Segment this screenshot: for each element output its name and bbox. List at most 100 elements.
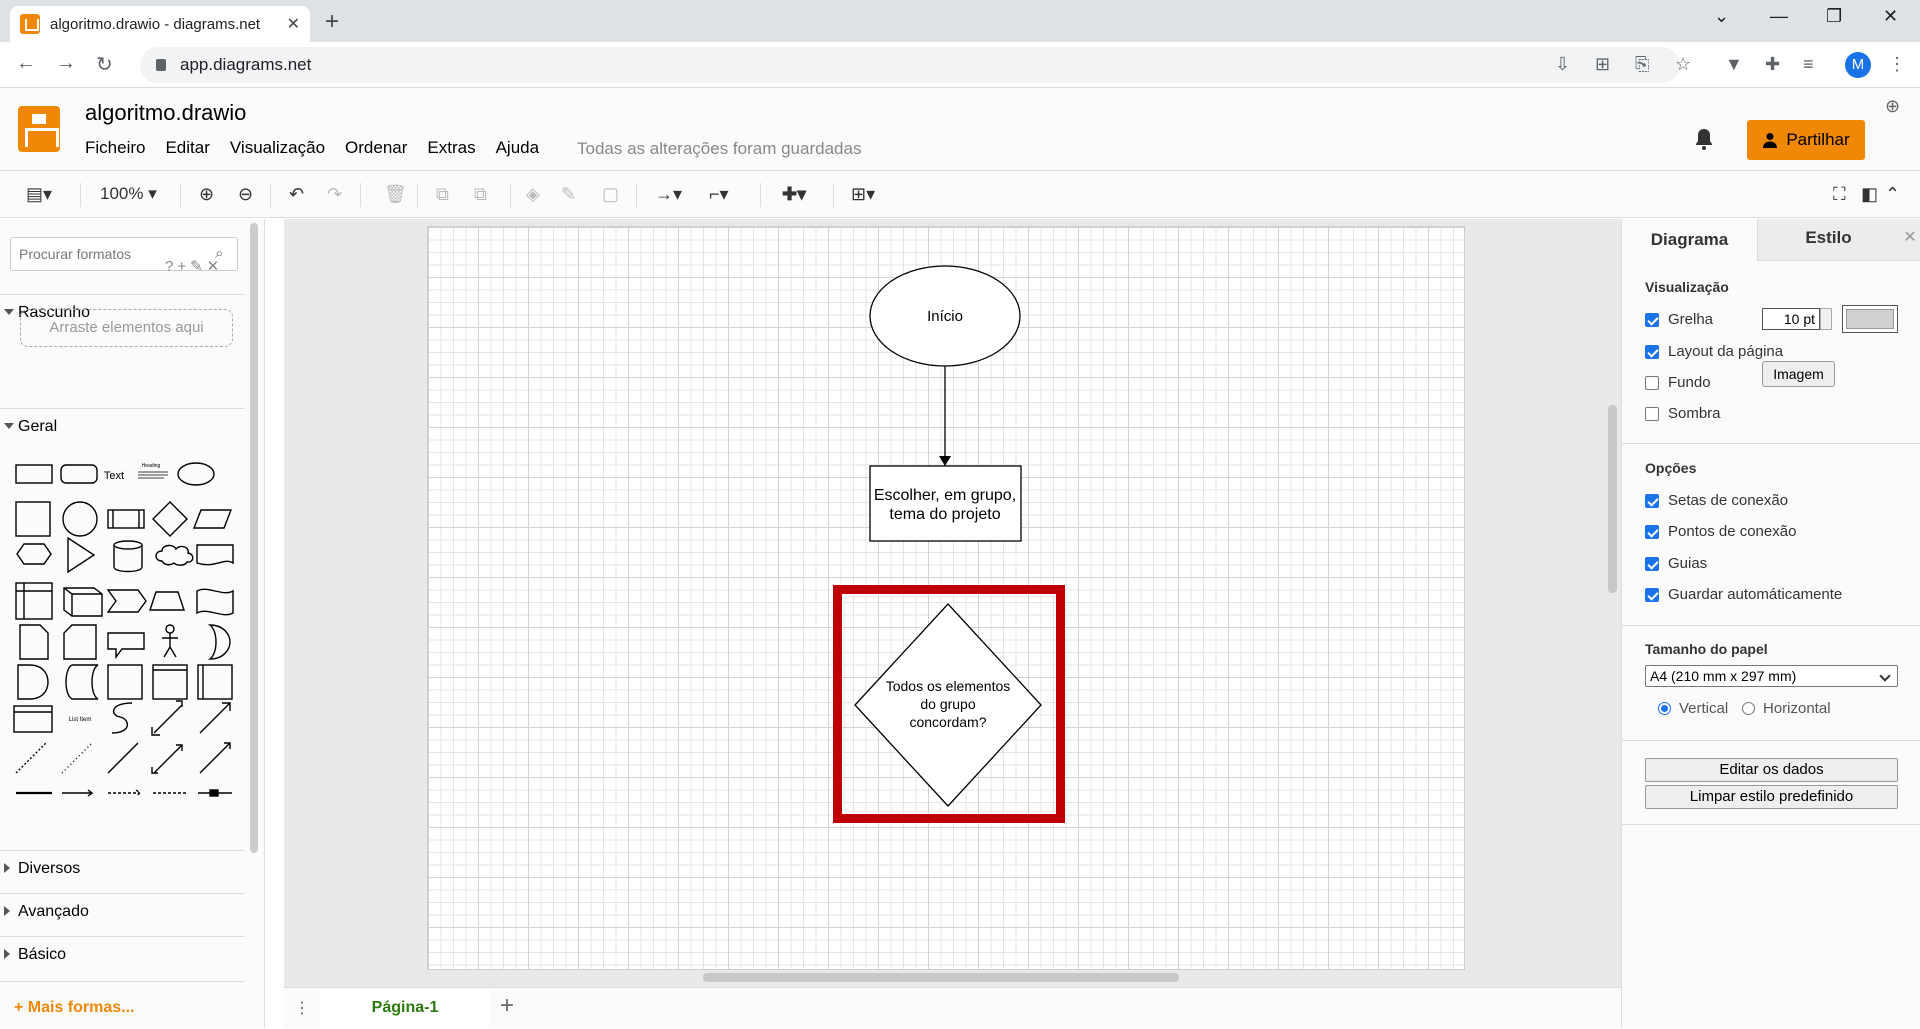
shape-link-label[interactable] bbox=[108, 789, 142, 797]
window-close-button[interactable]: ✕ bbox=[1883, 6, 1898, 27]
background-checkbox-row[interactable]: Fundo bbox=[1645, 374, 1711, 391]
shape-note[interactable] bbox=[19, 624, 49, 660]
shape-text[interactable]: Text bbox=[104, 470, 124, 482]
shape-callout[interactable] bbox=[107, 632, 145, 660]
share-button[interactable]: Partilhar bbox=[1747, 120, 1865, 160]
document-title[interactable]: algoritmo.drawio bbox=[85, 100, 246, 126]
shape-rounded-rectangle[interactable] bbox=[60, 464, 98, 484]
fullscreen-icon[interactable]: ⛶ bbox=[1833, 184, 1846, 205]
page-tab-1[interactable]: Página-1 bbox=[320, 988, 490, 1029]
shape-rectangle[interactable] bbox=[15, 464, 53, 484]
menu-extras[interactable]: Extras bbox=[427, 138, 475, 158]
back-icon[interactable]: ← bbox=[16, 52, 36, 75]
maximize-button[interactable]: ❐ bbox=[1826, 6, 1842, 27]
menu-edit[interactable]: Editar bbox=[165, 138, 209, 158]
shape-link[interactable] bbox=[62, 789, 94, 797]
connection-style-icon[interactable]: →▾ bbox=[655, 184, 682, 205]
url-field[interactable]: app.diagrams.net bbox=[140, 47, 1680, 83]
drawio-logo-icon[interactable] bbox=[18, 106, 60, 152]
checkbox-unchecked[interactable] bbox=[1645, 406, 1659, 421]
menu-file[interactable]: Ficheiro bbox=[85, 138, 145, 158]
redo-icon[interactable]: ↷ bbox=[327, 184, 342, 205]
shadow-icon[interactable]: ▢ bbox=[602, 184, 619, 205]
line-color-icon[interactable]: ✎ bbox=[561, 184, 576, 205]
shape-dashed-line[interactable] bbox=[15, 742, 47, 774]
undo-icon[interactable]: ↶ bbox=[289, 184, 304, 205]
shape-directional-connector[interactable] bbox=[199, 742, 231, 774]
shadow-checkbox-row[interactable]: Sombra bbox=[1645, 405, 1721, 422]
shape-square[interactable] bbox=[15, 501, 51, 537]
collapse-icon[interactable]: ⌃ bbox=[1885, 184, 1900, 205]
notification-bell-icon[interactable] bbox=[1694, 128, 1714, 150]
extensions-puzzle-icon[interactable]: ✚ bbox=[1765, 54, 1780, 75]
insert-plus-icon[interactable]: ✚▾ bbox=[782, 184, 806, 205]
to-front-icon[interactable]: ⧉ bbox=[436, 184, 449, 205]
zoom-in-icon[interactable]: ⊕ bbox=[199, 184, 214, 205]
grid-size-spinner[interactable] bbox=[1820, 308, 1832, 330]
shape-curve[interactable] bbox=[111, 702, 133, 734]
bookmark-star-icon[interactable]: ☆ bbox=[1675, 54, 1691, 75]
shape-list[interactable] bbox=[13, 705, 53, 733]
shape-line[interactable] bbox=[107, 742, 139, 774]
section-advanced[interactable]: Avançado bbox=[0, 893, 245, 927]
minimize-button[interactable]: — bbox=[1770, 6, 1788, 27]
reload-icon[interactable]: ↻ bbox=[96, 52, 113, 77]
horizontal-scrollbar[interactable] bbox=[703, 973, 1179, 982]
shape-list-item[interactable]: List Item bbox=[69, 717, 92, 723]
shape-cloud[interactable] bbox=[155, 544, 194, 566]
vertical-scrollbar[interactable] bbox=[1608, 405, 1617, 593]
menu-arrange[interactable]: Ordenar bbox=[345, 138, 407, 158]
edit-data-button[interactable]: Editar os dados bbox=[1645, 758, 1898, 782]
delete-icon[interactable]: 🗑 bbox=[384, 184, 407, 205]
shape-dotted-line[interactable] bbox=[61, 742, 93, 774]
paper-size-select[interactable]: A4 (210 mm x 297 mm) bbox=[1645, 665, 1898, 687]
guides-row[interactable]: Guias bbox=[1645, 555, 1707, 572]
install-app-icon[interactable]: ⇩ bbox=[1555, 54, 1570, 75]
shape-step[interactable] bbox=[106, 589, 147, 613]
menu-view[interactable]: Visualização bbox=[230, 138, 325, 158]
shape-association[interactable] bbox=[198, 789, 232, 797]
tab-search-icon[interactable]: ⌄ bbox=[1714, 6, 1729, 27]
checkbox-checked[interactable] bbox=[1645, 587, 1659, 602]
grid-checkbox-row[interactable]: Grelha bbox=[1645, 311, 1713, 328]
radio-unselected[interactable] bbox=[1742, 702, 1755, 715]
panel-layout-icon[interactable]: ▤▾ bbox=[26, 184, 52, 205]
shape-internal-storage[interactable] bbox=[15, 582, 53, 620]
language-globe-icon[interactable]: ⊕ bbox=[1885, 96, 1900, 117]
shape-card[interactable] bbox=[63, 624, 97, 660]
new-tab-button[interactable]: + bbox=[325, 8, 339, 36]
tab-close-icon[interactable]: ✕ bbox=[287, 14, 300, 34]
shape-container[interactable] bbox=[107, 664, 143, 700]
grid-size-input[interactable]: 10 pt bbox=[1762, 308, 1820, 330]
section-misc[interactable]: Diversos bbox=[0, 850, 245, 884]
scratchpad-dropzone[interactable]: Arraste elementos aqui bbox=[20, 309, 233, 347]
connection-arrows-row[interactable]: Setas de conexão bbox=[1645, 492, 1788, 509]
shape-document[interactable] bbox=[196, 544, 234, 566]
add-page-button[interactable]: + bbox=[500, 992, 514, 1020]
orientation-horizontal[interactable]: Horizontal bbox=[1742, 700, 1831, 717]
save-status[interactable]: Todas as alterações foram guardadas bbox=[577, 139, 861, 159]
menu-help[interactable]: Ajuda bbox=[496, 138, 539, 158]
zoom-select[interactable]: 100% ▾ bbox=[100, 184, 157, 204]
orientation-vertical[interactable]: Vertical bbox=[1658, 700, 1728, 717]
clear-default-style-button[interactable]: Limpar estilo predefinido bbox=[1645, 785, 1898, 809]
checkbox-unchecked[interactable] bbox=[1645, 375, 1659, 390]
close-panel-icon[interactable]: ✕ bbox=[1899, 219, 1920, 261]
connection-points-row[interactable]: Pontos de conexão bbox=[1645, 523, 1796, 540]
shape-hexagon[interactable] bbox=[16, 543, 52, 565]
shape-actor[interactable] bbox=[162, 624, 178, 658]
checkbox-checked[interactable] bbox=[1645, 493, 1659, 508]
shape-swimlane[interactable] bbox=[152, 664, 188, 700]
forward-icon[interactable]: → bbox=[56, 52, 76, 75]
shape-ellipse[interactable] bbox=[177, 462, 215, 486]
page-view-checkbox-row[interactable]: Layout da página bbox=[1645, 343, 1783, 360]
shape-delay[interactable] bbox=[17, 664, 49, 700]
autosave-row[interactable]: Guardar automáticamente bbox=[1645, 586, 1842, 603]
shape-trapezoid[interactable] bbox=[149, 591, 185, 611]
section-general[interactable]: Geral bbox=[0, 408, 245, 442]
image-button[interactable]: Imagem bbox=[1762, 361, 1835, 387]
shape-bidirectional-connector[interactable] bbox=[151, 744, 183, 774]
share-page-icon[interactable]: ⎘ bbox=[1635, 54, 1649, 75]
checkbox-checked[interactable] bbox=[1645, 524, 1659, 539]
shape-tape[interactable] bbox=[196, 588, 234, 616]
